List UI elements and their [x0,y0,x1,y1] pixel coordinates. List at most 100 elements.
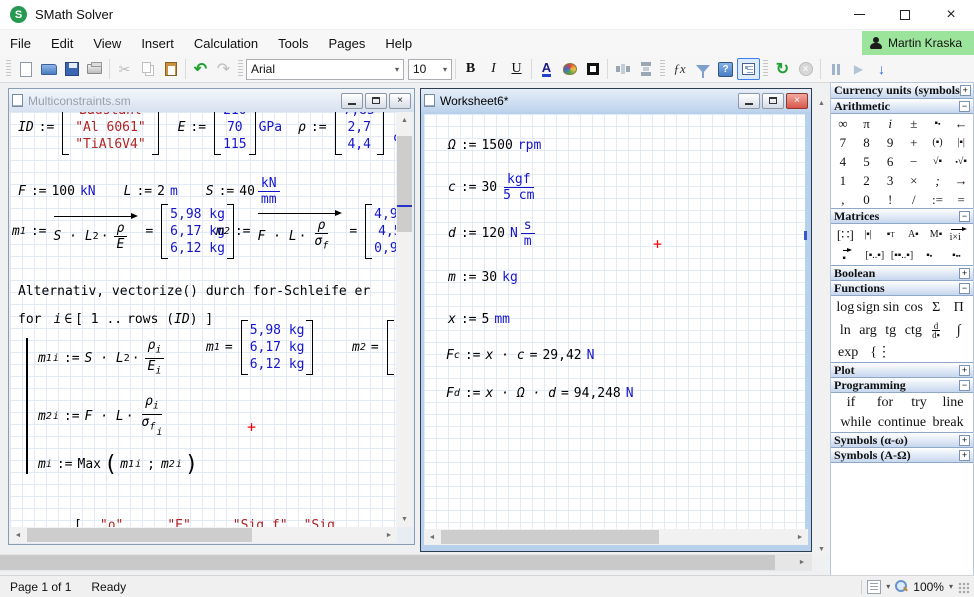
palette-decimal-comma[interactable]: , [831,190,855,209]
formula-omega[interactable]: Ω := 1500 rpm [448,138,541,153]
formula-m[interactable]: m := 30 kg [448,270,518,285]
worksheet-canvas-right[interactable]: Ω := 1500 rpm c := 30 kgf 5 cm d := 120 … [424,114,805,531]
formula-x[interactable]: x := 5 mm [448,312,510,327]
result-m2[interactable]: m2 = 4,91 kg 4,5 kg 0,93 kg [352,320,397,375]
minimize-button[interactable] [836,0,882,29]
section-plot[interactable]: Plot + [831,362,973,378]
palette-backspace[interactable]: ← [949,114,973,133]
chevron-down-icon[interactable]: ▾ [886,582,890,591]
palette-try[interactable]: try [902,395,936,411]
palette-ln[interactable]: ln [834,323,857,339]
menu-insert[interactable]: Insert [131,30,184,56]
palette-line[interactable]: line [936,395,970,411]
border-button[interactable] [581,58,604,80]
section-symbols-uppercase[interactable]: Symbols (A-Ω) + [831,447,973,463]
filter-button[interactable] [691,58,714,80]
scroll-left-button[interactable]: ◄ [10,527,26,543]
function-button[interactable]: ƒx [668,58,691,80]
formula-fc[interactable]: Fc := x · c = 29,42 N [446,348,594,363]
menu-file[interactable]: File [0,30,41,56]
palette-1[interactable]: 1 [831,171,855,190]
palette-plus[interactable]: + [902,133,926,152]
palette-8[interactable]: 8 [855,133,879,152]
child-title-bar[interactable]: Multiconstraints.sm × [9,89,414,112]
resize-grip[interactable] [958,582,970,594]
child-close-button[interactable]: × [389,93,411,109]
cut-button[interactable]: ✂ [113,58,136,80]
font-family-select[interactable]: Arial ▾ [246,59,404,80]
scroll-up-button[interactable]: ▲ [813,95,830,111]
child-minimize-button[interactable] [738,93,760,109]
palette-range-step[interactable]: [▪▪..▪] [888,250,915,261]
download-button[interactable]: ↓ [870,58,893,80]
italic-button[interactable]: I [482,58,505,80]
scroll-up-button[interactable]: ▲ [396,112,413,128]
palette-evaluate-arrow[interactable]: → [949,171,973,190]
section-matrices[interactable]: Matrices − [831,208,973,224]
palette-nth-root[interactable]: ▪√▪ [949,152,973,171]
palette-minus[interactable]: − [902,152,926,171]
mdi-horizontal-scrollbar[interactable]: ► [0,554,812,571]
scrollbar-thumb[interactable] [397,136,412,232]
palette-break[interactable]: break [926,415,970,431]
child-restore-button[interactable] [762,93,784,109]
undo-button[interactable]: ↶ [189,58,212,80]
menu-view[interactable]: View [83,30,131,56]
text-region[interactable]: Alternativ, vectorize() durch for-Schlei… [18,284,370,299]
palette-5[interactable]: 5 [855,152,879,171]
collapse-icon[interactable]: − [959,380,970,391]
palette-summation[interactable]: Σ [925,300,948,316]
palette-7[interactable]: 7 [831,133,855,152]
expand-icon[interactable]: + [959,365,970,376]
palette-plusminus[interactable]: ± [902,114,926,133]
horizontal-scrollbar[interactable]: ◄ ► [10,527,397,543]
vertical-scrollbar[interactable]: ▲ ▼ [396,112,413,527]
scrollbar-thumb[interactable] [441,530,659,544]
zoom-level[interactable]: 100% [913,580,944,594]
help-button[interactable]: ? [714,58,737,80]
section-symbols-lowercase[interactable]: Symbols (α-ω) + [831,432,973,448]
scroll-left-button[interactable]: ◄ [424,529,440,545]
palette-arg[interactable]: arg [857,323,880,339]
scroll-right-button[interactable]: ► [381,527,397,543]
paste-button[interactable] [159,58,182,80]
palette-cross-product[interactable]: i×i [947,227,970,243]
expand-icon[interactable]: + [959,450,970,461]
background-color-button[interactable] [558,58,581,80]
palette-2[interactable]: 2 [855,171,879,190]
mdi-vertical-scrollbar[interactable]: ▲ ▼ [813,95,830,557]
collapse-icon[interactable]: − [959,211,970,222]
expand-icon[interactable]: + [959,268,970,279]
scrollbar-thumb[interactable] [0,555,775,570]
palette-sin[interactable]: sin [880,300,903,316]
palette-slash[interactable]: / [902,190,926,209]
child-title-bar[interactable]: Worksheet6* × [421,89,811,112]
expand-icon[interactable]: + [960,85,971,96]
menu-edit[interactable]: Edit [41,30,83,56]
font-size-select[interactable]: 10 ▾ [408,59,452,80]
palette-determinant[interactable]: |▪| [857,229,880,240]
child-minimize-button[interactable] [341,93,363,109]
palette-assign[interactable]: := [926,190,950,209]
account-button[interactable]: Martin Kraska [862,31,974,55]
underline-button[interactable]: U [505,58,528,80]
toolbar-grip[interactable] [660,60,665,78]
toolbar-grip[interactable] [763,60,768,78]
palette-parentheses[interactable]: (▪) [926,133,950,152]
palette-power[interactable]: ▪▪ [926,114,950,133]
collapse-icon[interactable]: − [959,101,970,112]
palette-while[interactable]: while [834,415,878,431]
pause-button[interactable] [824,58,847,80]
stop-button[interactable]: × [794,58,817,80]
section-currency-units[interactable]: Currency units (symbols + [831,83,973,99]
palette-4[interactable]: 4 [831,152,855,171]
palette-ctg[interactable]: ctg [902,323,925,339]
scroll-right-button[interactable]: ► [794,554,810,571]
play-button[interactable]: ▶ [847,58,870,80]
palette-6[interactable]: 6 [878,152,902,171]
palette-vectorize[interactable]: ▪ [834,248,861,264]
child-close-button[interactable]: × [786,93,808,109]
worksheet-canvas-left[interactable]: ID := "Baustahl" "Al 6061" "TiAl6V4" E :… [10,112,397,527]
formula-scalars-row[interactable]: F := 100 kN L := 2 m S := 40 kN mm [18,176,283,207]
for-loop-body[interactable]: m1i := S · L2 · ρi Ei m2i := F · L · [26,338,201,474]
